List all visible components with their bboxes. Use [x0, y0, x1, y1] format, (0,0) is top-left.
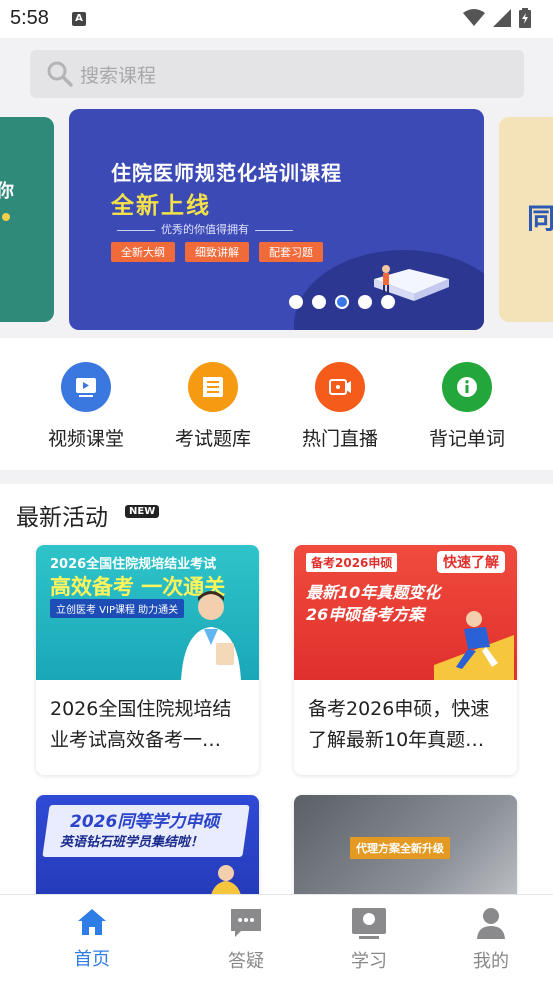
- quick-nav: 视频课堂 考试题库 热门直播 背记单词: [0, 338, 553, 470]
- tab-home[interactable]: 首页: [42, 907, 142, 971]
- banner-chip: 细致讲解: [185, 242, 249, 262]
- info-icon: [442, 362, 492, 412]
- quick-nav-vocabulary[interactable]: 背记单词: [412, 362, 522, 451]
- doctor-illustration: [181, 591, 241, 680]
- banner-chip: 配套习题: [259, 242, 323, 262]
- banner-title: 住院医师规范化培训课程: [111, 161, 342, 185]
- banner-pagination: [289, 295, 395, 309]
- tab-label: 答疑: [228, 951, 264, 972]
- search-bar[interactable]: 搜索课程: [30, 50, 524, 98]
- card-image-strip: 立创医考 VIP课程 助力通关: [50, 599, 185, 618]
- quick-nav-live[interactable]: 热门直播: [285, 362, 395, 451]
- card-image-headline-2: 26申硕备考方案: [306, 605, 425, 624]
- banner-next-text: 同: [527, 202, 553, 235]
- quick-nav-question-bank[interactable]: 考试题库: [158, 362, 268, 451]
- status-icons: [463, 8, 531, 28]
- quick-nav-label: 背记单词: [428, 428, 505, 450]
- activity-card-caption: 备考2026申硕，快速了解最新10年真题…: [308, 698, 490, 751]
- card-image-headline: 英语钻石班学员集结啦！: [60, 835, 204, 850]
- activity-card-image: 代理方案全新升级: [294, 795, 517, 894]
- banner-chips: 全新大纲 细致讲解 配套习题: [111, 242, 323, 262]
- quick-nav-label: 视频课堂: [47, 428, 124, 450]
- tab-study[interactable]: 学习: [319, 907, 419, 973]
- tab-qa[interactable]: 答疑: [196, 907, 296, 973]
- card-image-headline: 最新10年真题变化: [306, 583, 441, 602]
- activity-card-image: 备考2026申硕 快速了解 最新10年真题变化 26申硕备考方案: [294, 545, 517, 680]
- banner-dot[interactable]: [381, 295, 395, 309]
- banner-next-card[interactable]: 同: [499, 117, 553, 322]
- banner-dot-active[interactable]: [335, 295, 349, 309]
- banner-tagline-text: 优秀的你值得拥有: [161, 223, 249, 236]
- home-icon: [78, 909, 106, 935]
- search-placeholder[interactable]: 搜索课程: [80, 61, 156, 88]
- tab-label: 学习: [351, 951, 387, 972]
- banner-tagline: 优秀的你值得拥有: [111, 221, 299, 237]
- banner-prev-decoration: [2, 213, 10, 221]
- banner-carousel[interactable]: 你 住院医师规范化培训课程 全新上线 优秀的你值得拥有 全新大纲 细致讲解 配套…: [0, 108, 553, 332]
- bottom-tab-bar: 首页 答疑 学习 我的: [0, 894, 553, 984]
- runner-illustration: [434, 611, 514, 680]
- status-time: 5:58: [10, 7, 49, 29]
- a-icon: A: [72, 12, 86, 26]
- quick-nav-label: 热门直播: [301, 428, 378, 450]
- header: 搜索课程 你 住院医师规范化培训课程 全新上线 优秀的你值得拥有 全新大纲 细致…: [0, 38, 553, 338]
- card-image-tag: 快速了解: [437, 551, 505, 573]
- banner-chip: 全新大纲: [111, 242, 175, 262]
- wifi-icon: [463, 9, 485, 26]
- quick-nav-label: 考试题库: [174, 428, 251, 450]
- live-camera-icon: [315, 362, 365, 412]
- activity-card[interactable]: 代理方案全新升级: [294, 795, 517, 894]
- activity-card[interactable]: 2026同等学力申硕 英语钻石班学员集结啦！: [36, 795, 259, 894]
- tab-profile[interactable]: 我的: [441, 907, 541, 973]
- tab-label: 我的: [473, 951, 509, 972]
- signal-icon: [493, 9, 511, 27]
- question-bank-icon: [188, 362, 238, 412]
- activity-card-caption: 2026全国住院规培结业考试高效备考一…: [50, 698, 232, 751]
- status-bar: 5:58 A: [0, 0, 553, 38]
- search-icon: [47, 61, 73, 87]
- activity-card-image: 2026全国住院规培结业考试 高效备考 一次通关 立创医考 VIP课程 助力通关: [36, 545, 259, 680]
- study-icon: [352, 908, 386, 939]
- quick-nav-video-class[interactable]: 视频课堂: [31, 362, 141, 451]
- profile-icon: [477, 908, 505, 939]
- new-badge: NEW: [125, 505, 160, 518]
- battery-icon: [519, 8, 531, 28]
- tab-label: 首页: [74, 949, 110, 970]
- activity-card[interactable]: 备考2026申硕 快速了解 最新10年真题变化 26申硕备考方案 备考2026申…: [294, 545, 517, 775]
- card-image-title: 备考2026申硕: [306, 553, 398, 572]
- card-image-title: 2026同等学力申硕: [70, 812, 220, 832]
- banner-dot[interactable]: [289, 295, 303, 309]
- section-title: 最新活动: [16, 505, 108, 531]
- banner-prev-card[interactable]: 你: [0, 117, 54, 322]
- chat-icon: [231, 909, 261, 937]
- banner-subtitle: 全新上线: [111, 193, 211, 219]
- student-illustration: [211, 865, 241, 894]
- activity-card[interactable]: 2026全国住院规培结业考试 高效备考 一次通关 立创医考 VIP课程 助力通关…: [36, 545, 259, 775]
- card-image-title: 2026全国住院规培结业考试: [50, 557, 217, 572]
- banner-prev-text: 你: [0, 181, 14, 202]
- banner-dot[interactable]: [358, 295, 372, 309]
- latest-activities: 最新活动 NEW 2026全国住院规培结业考试 高效备考 一次通关 立创医考 V…: [0, 484, 553, 894]
- video-icon: [61, 362, 111, 412]
- banner-main[interactable]: 住院医师规范化培训课程 全新上线 优秀的你值得拥有 全新大纲 细致讲解 配套习题: [69, 109, 484, 330]
- card-image-tag: 代理方案全新升级: [350, 837, 450, 859]
- activity-card-image: 2026同等学力申硕 英语钻石班学员集结啦！: [36, 795, 259, 894]
- banner-dot[interactable]: [312, 295, 326, 309]
